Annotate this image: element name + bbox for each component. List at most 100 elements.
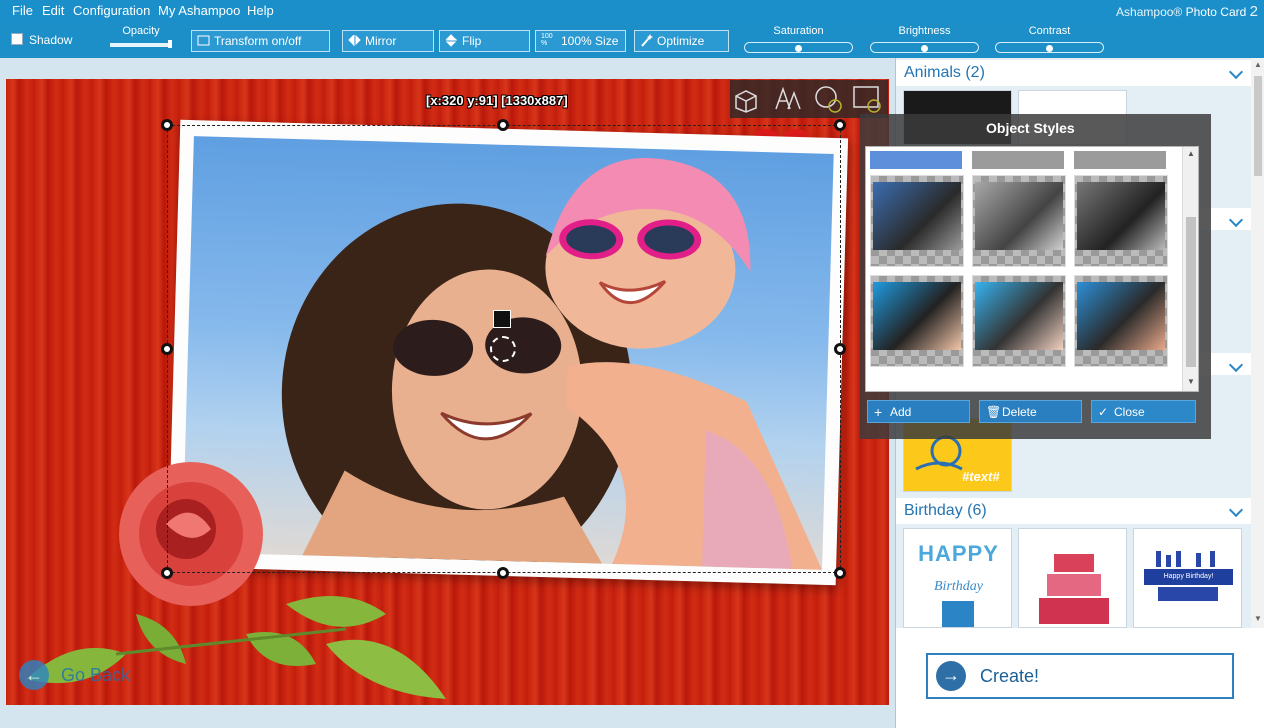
menu-help[interactable]: Help: [247, 3, 274, 18]
mirror-button[interactable]: Mirror: [342, 30, 434, 52]
category-birthday[interactable]: Birthday (6): [896, 498, 1251, 524]
add-style-button[interactable]: + Add: [867, 400, 970, 423]
saturation-slider[interactable]: [744, 42, 853, 53]
category-scrollbar[interactable]: ▲ ▼: [1251, 58, 1264, 628]
contrast-slider-group: Contrast: [995, 25, 1104, 53]
style-preview: [975, 182, 1063, 250]
toolbar: Shadow Opacity Transform on/off Mirror F…: [0, 22, 1264, 58]
chevron-down-icon: [1228, 357, 1244, 373]
checkmark-icon: ✓: [1098, 405, 1109, 419]
close-label: Close: [1114, 405, 1145, 419]
resize-handle-left[interactable]: [161, 343, 173, 355]
object-styles-title: Object Styles: [986, 120, 1075, 136]
resize-handle-bottom[interactable]: [497, 567, 509, 579]
coordinate-readout: [x:320 y:91] [1330x887]: [426, 93, 568, 108]
resize-handle-top[interactable]: [497, 119, 509, 131]
scroll-down-icon[interactable]: ▼: [1254, 614, 1262, 623]
scrollbar-thumb[interactable]: [1254, 76, 1262, 176]
template-thumb-birthday-3[interactable]: Happy Birthday!: [1133, 528, 1242, 628]
styles-scrollbar-thumb[interactable]: [1186, 217, 1196, 367]
style-top-2[interactable]: [972, 151, 1064, 169]
category-animals[interactable]: Animals (2): [896, 60, 1251, 86]
template-thumb-birthday-1[interactable]: HAPPY Birthday: [903, 528, 1012, 628]
style-shadow-soft[interactable]: [972, 175, 1066, 267]
create-button[interactable]: → Create!: [926, 653, 1234, 699]
full-size-button[interactable]: 100 % 100% Size: [535, 30, 626, 52]
3d-box-icon[interactable]: [732, 84, 762, 114]
candles-illustration-icon: [1156, 551, 1218, 601]
style-preview: [873, 182, 961, 250]
card-canvas[interactable]: [x:320 y:91] [1330x887] ← Go Back: [6, 79, 889, 705]
saturation-slider-knob[interactable]: [795, 45, 802, 52]
menu-configuration[interactable]: Configuration: [73, 3, 150, 18]
go-back-button[interactable]: ← Go Back: [19, 659, 130, 691]
opacity-slider[interactable]: [110, 40, 172, 48]
style-vivid-2[interactable]: [972, 275, 1066, 367]
opacity-label: Opacity: [122, 25, 160, 37]
cake-illustration-icon: [1039, 554, 1109, 624]
object-styles-icon[interactable]: [813, 84, 843, 114]
menu-edit[interactable]: Edit: [42, 3, 64, 18]
style-top-3[interactable]: [1074, 151, 1166, 169]
transform-button[interactable]: Transform on/off: [191, 30, 330, 52]
opacity-slider-group: Opacity: [110, 25, 172, 48]
chevron-down-icon: [1228, 502, 1244, 518]
image-effects-icon[interactable]: [852, 84, 882, 114]
resize-handle-right[interactable]: [834, 343, 846, 355]
scroll-up-icon[interactable]: ▲: [1254, 60, 1262, 69]
contrast-slider-knob[interactable]: [1046, 45, 1053, 52]
opacity-slider-knob[interactable]: [168, 40, 172, 48]
style-shadow-color[interactable]: [870, 175, 964, 267]
template-thumb-birthday-2[interactable]: [1018, 528, 1127, 628]
trash-icon: 🗑: [986, 405, 1002, 419]
full-size-label: 100% Size: [561, 34, 619, 48]
rotation-pivot-icon[interactable]: [490, 336, 516, 362]
menu-file[interactable]: File: [12, 3, 33, 18]
mirror-label: Mirror: [365, 34, 397, 48]
optimize-button[interactable]: Optimize: [634, 30, 729, 52]
style-vivid-3[interactable]: [1074, 275, 1168, 367]
scroll-down-icon[interactable]: ▼: [1187, 377, 1195, 386]
resize-handle-top-right[interactable]: [834, 119, 846, 131]
shadow-checkbox[interactable]: [11, 33, 23, 45]
saturation-slider-group: Saturation: [744, 25, 853, 53]
plus-icon: +: [874, 404, 883, 420]
brightness-slider-knob[interactable]: [921, 45, 928, 52]
style-top-1[interactable]: [870, 151, 962, 169]
style-shadow-mono[interactable]: [1074, 175, 1168, 267]
styles-scrollbar[interactable]: ▲ ▼: [1182, 147, 1198, 391]
contrast-slider[interactable]: [995, 42, 1104, 53]
saturation-label: Saturation: [773, 25, 824, 37]
resize-handle-bottom-right[interactable]: [834, 567, 846, 579]
category-birthday-label: Birthday (6): [904, 502, 987, 519]
go-back-label: Go Back: [61, 664, 131, 685]
app-version: 2: [1249, 3, 1258, 20]
resize-handle-top-left[interactable]: [161, 119, 173, 131]
menu-my-ashampoo[interactable]: My Ashampoo: [158, 3, 240, 18]
text-style-icon[interactable]: [773, 84, 803, 114]
magic-wand-icon: [641, 34, 653, 47]
rotate-handle[interactable]: [493, 310, 511, 328]
delete-style-button[interactable]: 🗑 Delete: [979, 400, 1082, 423]
app-brand: Ashampoo®: [1116, 5, 1183, 19]
brightness-slider-group: Brightness: [870, 25, 979, 53]
category-animals-label: Animals (2): [904, 64, 985, 81]
create-label: Create!: [980, 665, 1040, 686]
flip-button[interactable]: Flip: [439, 30, 530, 52]
birthday-1-title: HAPPY: [918, 541, 999, 566]
app-name: Photo Card: [1185, 5, 1247, 19]
mirror-icon: [348, 34, 361, 46]
scroll-up-icon[interactable]: ▲: [1187, 149, 1195, 158]
birthday-1-ribbon: [942, 601, 974, 627]
menu-bar: File Edit Configuration My Ashampoo Help…: [0, 0, 1264, 22]
style-vivid-1[interactable]: [870, 275, 964, 367]
delete-label: Delete: [1002, 405, 1037, 419]
close-popup-button[interactable]: ✓ Close: [1091, 400, 1196, 423]
object-styles-popup: Object Styles ▲ ▼ + Add �: [860, 114, 1211, 439]
brightness-slider[interactable]: [870, 42, 979, 53]
resize-handle-bottom-left[interactable]: [161, 567, 173, 579]
style-preview: [1077, 182, 1165, 250]
brightness-label: Brightness: [898, 25, 951, 37]
arrow-right-icon: →: [936, 661, 966, 691]
chevron-down-icon: [1228, 212, 1244, 228]
